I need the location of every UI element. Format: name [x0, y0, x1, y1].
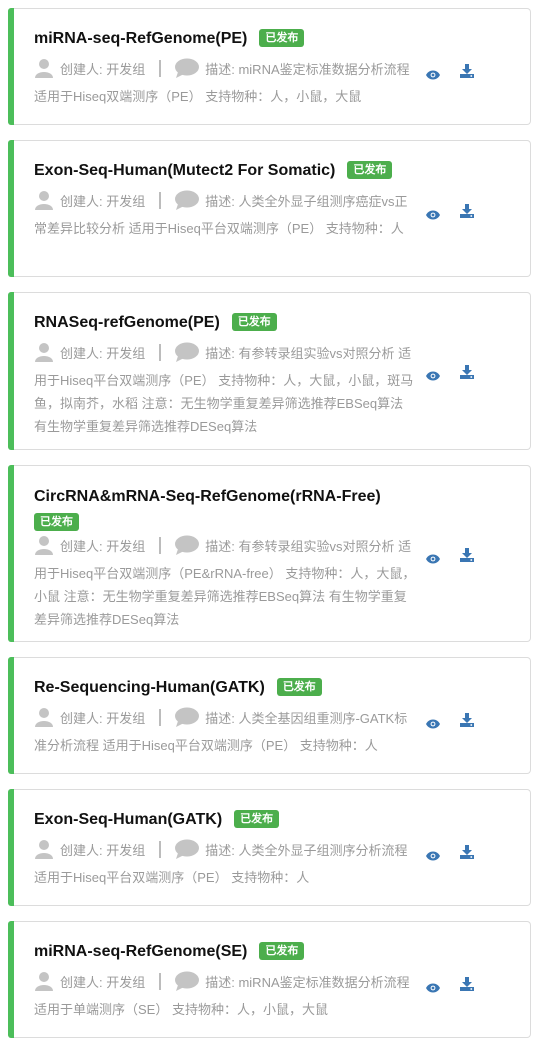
pipeline-meta: 创建人: 开发组 描述: miRNA鉴定标准数据分析流程 适用于Hiseq双端测… [34, 58, 419, 108]
status-badge: 已发布 [276, 678, 322, 696]
creator-label: 创建人: 开发组 [60, 975, 146, 990]
download-icon[interactable] [460, 713, 474, 732]
status-accent-bar [8, 292, 14, 450]
creator-label: 创建人: 开发组 [60, 194, 146, 209]
status-accent-bar [8, 657, 14, 774]
pipeline-card: Exon-Seq-Human(Mutect2 For Somatic) 已发布 创… [8, 140, 531, 277]
status-accent-bar [8, 8, 14, 125]
pipeline-meta: 创建人: 开发组 描述: 人类全基因组重测序-GATK标准分析流程 适用于His… [34, 707, 419, 757]
download-icon[interactable] [460, 64, 474, 83]
card-body: Exon-Seq-Human(GATK) 已发布 创建人: 开发组 描述: 人类全… [34, 790, 419, 889]
card-body: RNASeq-refGenome(PE) 已发布 创建人: 开发组 描述: 有参转… [34, 293, 419, 438]
eye-icon[interactable] [426, 716, 440, 734]
comment-icon [175, 839, 200, 866]
meta-divider [159, 709, 162, 726]
creator-label: 创建人: 开发组 [60, 539, 146, 554]
comment-icon [175, 535, 200, 562]
user-icon [34, 190, 54, 217]
user-icon [34, 58, 54, 85]
pipeline-title[interactable]: RNASeq-refGenome(PE) [34, 314, 220, 331]
pipeline-card: Exon-Seq-Human(GATK) 已发布 创建人: 开发组 描述: 人类全… [8, 789, 531, 906]
eye-icon[interactable] [426, 551, 440, 569]
status-badge: 已发布 [259, 942, 305, 960]
user-icon [34, 707, 54, 734]
status-accent-bar [8, 140, 14, 277]
eye-icon[interactable] [426, 207, 440, 225]
comment-icon [175, 58, 200, 85]
pipeline-title-row: CircRNA&mRNA-Seq-RefGenome(rRNA-Free) 已发布 [34, 486, 419, 534]
pipeline-title-row: miRNA-seq-RefGenome(SE) 已发布 [34, 941, 419, 963]
card-body: Re-Sequencing-Human(GATK) 已发布 创建人: 开发组 描述… [34, 658, 419, 757]
meta-divider [159, 973, 162, 990]
status-badge: 已发布 [347, 161, 393, 179]
creator-label: 创建人: 开发组 [60, 62, 146, 77]
pipeline-title-row: Re-Sequencing-Human(GATK) 已发布 [34, 677, 419, 699]
status-badge: 已发布 [234, 810, 280, 828]
pipeline-card: RNASeq-refGenome(PE) 已发布 创建人: 开发组 描述: 有参转… [8, 292, 531, 450]
status-badge: 已发布 [231, 313, 277, 331]
meta-divider [159, 344, 162, 361]
card-body: CircRNA&mRNA-Seq-RefGenome(rRNA-Free) 已发布… [34, 466, 419, 631]
status-accent-bar [8, 921, 14, 1038]
download-icon[interactable] [460, 977, 474, 996]
pipeline-meta: 创建人: 开发组 描述: miRNA鉴定标准数据分析流程 适用于单端测序（SE）… [34, 971, 419, 1021]
description-prefix: 描述: [205, 62, 239, 77]
meta-divider [159, 537, 162, 554]
pipeline-card: CircRNA&mRNA-Seq-RefGenome(rRNA-Free) 已发布… [8, 465, 531, 642]
eye-icon[interactable] [426, 368, 440, 386]
pipeline-title[interactable]: CircRNA&mRNA-Seq-RefGenome(rRNA-Free) [34, 488, 381, 505]
creator-label: 创建人: 开发组 [60, 843, 146, 858]
pipeline-title[interactable]: Exon-Seq-Human(GATK) [34, 811, 222, 828]
eye-icon[interactable] [426, 848, 440, 866]
comment-icon [175, 190, 200, 217]
user-icon [34, 839, 54, 866]
pipeline-meta: 创建人: 开发组 描述: 有参转录组实验vs对照分析 适用于Hiseq平台双端测… [34, 535, 419, 631]
description-prefix: 描述: [205, 194, 239, 209]
download-icon[interactable] [460, 548, 474, 567]
description-prefix: 描述: [205, 346, 239, 361]
pipeline-title-row: miRNA-seq-RefGenome(PE) 已发布 [34, 28, 419, 50]
user-icon [34, 971, 54, 998]
pipeline-card: miRNA-seq-RefGenome(SE) 已发布 创建人: 开发组 描述: … [8, 921, 531, 1038]
description-prefix: 描述: [205, 711, 239, 726]
creator-label: 创建人: 开发组 [60, 346, 146, 361]
pipeline-meta: 创建人: 开发组 描述: 有参转录组实验vs对照分析 适用于Hiseq平台双端测… [34, 342, 419, 438]
status-badge: 已发布 [34, 513, 79, 531]
status-badge: 已发布 [259, 29, 305, 47]
pipeline-card: miRNA-seq-RefGenome(PE) 已发布 创建人: 开发组 描述: … [8, 8, 531, 125]
pipeline-title[interactable]: Exon-Seq-Human(Mutect2 For Somatic) [34, 162, 335, 179]
comment-icon [175, 707, 200, 734]
creator-label: 创建人: 开发组 [60, 711, 146, 726]
card-body: Exon-Seq-Human(Mutect2 For Somatic) 已发布 创… [34, 141, 419, 240]
description-prefix: 描述: [205, 975, 239, 990]
user-icon [34, 342, 54, 369]
pipeline-meta: 创建人: 开发组 描述: 人类全外显子组测序癌症vs正常差异比较分析 适用于Hi… [34, 190, 419, 240]
eye-icon[interactable] [426, 67, 440, 85]
card-body: miRNA-seq-RefGenome(PE) 已发布 创建人: 开发组 描述: … [34, 9, 419, 108]
pipeline-meta: 创建人: 开发组 描述: 人类全外显子组测序分析流程 适用于Hiseq平台双端测… [34, 839, 419, 889]
card-body: miRNA-seq-RefGenome(SE) 已发布 创建人: 开发组 描述: … [34, 922, 419, 1021]
download-icon[interactable] [460, 845, 474, 864]
pipeline-title-row: Exon-Seq-Human(GATK) 已发布 [34, 809, 419, 831]
status-accent-bar [8, 465, 14, 642]
download-icon[interactable] [460, 204, 474, 223]
comment-icon [175, 342, 200, 369]
pipeline-title[interactable]: miRNA-seq-RefGenome(PE) [34, 30, 247, 47]
description-prefix: 描述: [205, 843, 239, 858]
meta-divider [159, 841, 162, 858]
pipeline-title-row: RNASeq-refGenome(PE) 已发布 [34, 312, 419, 334]
pipeline-title-row: Exon-Seq-Human(Mutect2 For Somatic) 已发布 [34, 160, 419, 182]
eye-icon[interactable] [426, 980, 440, 998]
user-icon [34, 535, 54, 562]
meta-divider [159, 192, 162, 209]
status-accent-bar [8, 789, 14, 906]
meta-divider [159, 60, 162, 77]
download-icon[interactable] [460, 365, 474, 384]
description-prefix: 描述: [205, 539, 239, 554]
pipeline-card: Re-Sequencing-Human(GATK) 已发布 创建人: 开发组 描述… [8, 657, 531, 774]
pipeline-title[interactable]: Re-Sequencing-Human(GATK) [34, 679, 265, 696]
pipeline-title[interactable]: miRNA-seq-RefGenome(SE) [34, 943, 247, 960]
comment-icon [175, 971, 200, 998]
